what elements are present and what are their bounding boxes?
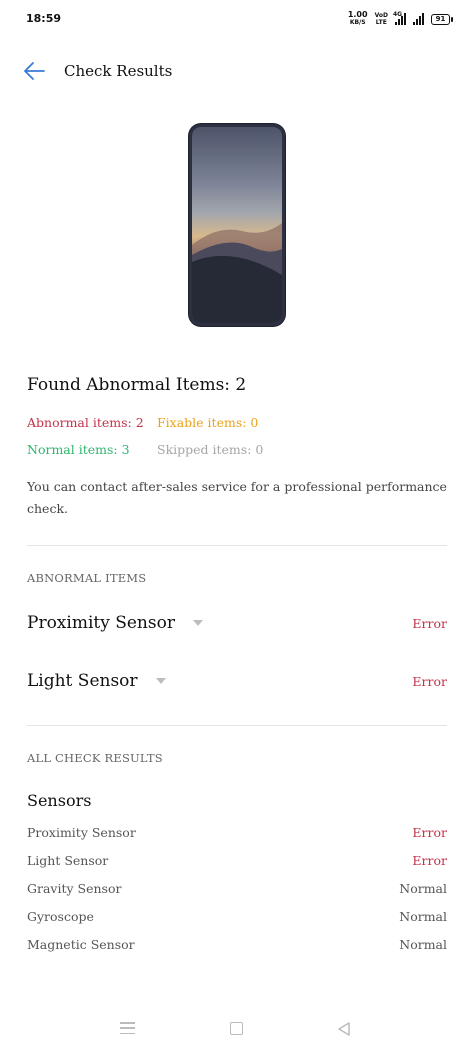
- abnormal-item-name: Proximity Sensor: [27, 613, 175, 633]
- volte-bottom: LTE: [375, 19, 387, 26]
- network-type: 4G: [393, 11, 403, 18]
- list-item-name: Gravity Sensor: [27, 881, 122, 896]
- list-item-name: Proximity Sensor: [27, 825, 136, 840]
- summary-description: You can contact after-sales service for …: [27, 479, 447, 516]
- fixable-count: Fixable items: 0: [157, 415, 259, 430]
- list-item-status: Normal: [399, 937, 447, 952]
- signal-4g-icon: 4G: [393, 11, 406, 25]
- abnormal-item-status: Error: [412, 616, 447, 631]
- signal-icon: [413, 13, 424, 25]
- back-arrow-icon[interactable]: [22, 60, 46, 82]
- list-item-name: Magnetic Sensor: [27, 937, 135, 952]
- abnormal-item-proximity[interactable]: Proximity Sensor: [27, 613, 203, 633]
- status-bar: 18:59 1.00 KB/S VoD LTE 4G 91: [0, 0, 474, 40]
- volte-icon: VoD LTE: [375, 12, 388, 26]
- phone-illustration: [189, 124, 285, 326]
- skipped-count: Skipped items: 0: [157, 442, 264, 457]
- phone-screen-wallpaper: [192, 127, 282, 323]
- list-item-status: Normal: [399, 909, 447, 924]
- home-icon[interactable]: [230, 1022, 243, 1035]
- system-nav-bar: [0, 1012, 474, 1046]
- abnormal-item-status: Error: [412, 674, 447, 689]
- normal-count: Normal items: 3: [27, 442, 130, 457]
- list-item: Gravity Sensor Normal: [27, 881, 447, 901]
- chevron-down-icon[interactable]: [192, 620, 203, 626]
- divider: [27, 725, 447, 726]
- list-item-name: Light Sensor: [27, 853, 109, 868]
- list-item-status: Normal: [399, 881, 447, 896]
- battery-icon: 91: [431, 13, 453, 25]
- abnormal-count: Abnormal items: 2: [27, 415, 144, 430]
- list-item-status: Error: [412, 853, 447, 868]
- found-abnormal-heading: Found Abnormal Items: 2: [27, 375, 247, 395]
- volte-top: VoD: [374, 12, 388, 19]
- divider: [27, 545, 447, 546]
- app-header: Check Results: [0, 56, 474, 86]
- network-speed-unit: KB/S: [349, 19, 366, 26]
- chevron-down-icon[interactable]: [155, 678, 166, 684]
- list-item-status: Error: [412, 825, 447, 840]
- recent-apps-icon[interactable]: [120, 1022, 135, 1034]
- page-title: Check Results: [64, 62, 173, 80]
- all-results-section-label: ALL CHECK RESULTS: [27, 751, 163, 765]
- list-item: Light Sensor Error: [27, 853, 447, 873]
- abnormal-section-label: ABNORMAL ITEMS: [27, 571, 147, 585]
- network-speed-value: 1.00: [347, 10, 368, 19]
- network-speed: 1.00 KB/S: [348, 11, 368, 27]
- group-title-sensors: Sensors: [27, 791, 92, 810]
- status-time: 18:59: [26, 12, 62, 25]
- list-item-name: Gyroscope: [27, 909, 94, 924]
- list-item: Magnetic Sensor Normal: [27, 937, 447, 957]
- abnormal-item-light[interactable]: Light Sensor: [27, 671, 166, 691]
- abnormal-item-name: Light Sensor: [27, 671, 138, 691]
- list-item: Proximity Sensor Error: [27, 825, 447, 845]
- list-item: Gyroscope Normal: [27, 909, 447, 929]
- status-icons: 1.00 KB/S VoD LTE 4G 91: [348, 11, 453, 27]
- nav-back-icon[interactable]: [336, 1021, 352, 1037]
